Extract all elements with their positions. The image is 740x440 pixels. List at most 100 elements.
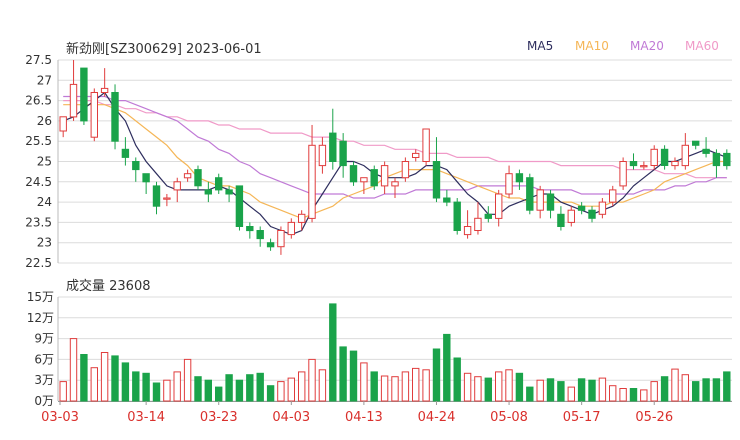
candle-up <box>598 201 607 215</box>
candle-down <box>515 173 524 183</box>
candle-up <box>298 213 306 223</box>
candle-down <box>588 209 596 219</box>
candle-up <box>650 148 658 167</box>
volume-bar-up <box>391 376 399 402</box>
volume-bar-down <box>111 355 119 402</box>
volume-bar-up <box>90 367 98 402</box>
volume-bar-down <box>515 372 524 402</box>
candle-down <box>339 140 347 167</box>
price-tick-label: 23.5 <box>25 215 52 229</box>
volume-bar-up <box>536 379 544 402</box>
volume-bar-down <box>246 374 254 402</box>
candle-down <box>629 161 638 167</box>
candle-up <box>474 217 482 232</box>
price-tick-label: 22.5 <box>25 256 52 270</box>
candle-down <box>132 161 140 171</box>
volume-bar-down <box>194 376 202 402</box>
candle-down <box>152 185 161 207</box>
volume-bar-down <box>370 371 378 402</box>
volume-bar-up <box>640 389 648 402</box>
candle-down <box>225 189 233 195</box>
volume-bar-down <box>484 377 493 402</box>
volume-bar-down <box>526 386 534 402</box>
date-label: 03-23 <box>200 410 238 425</box>
stock-chart: 27.5 27 26.5 26 25.5 25 24.5 24 23.5 23 22.5 15万 12万… <box>25 53 732 425</box>
volume-bar-down <box>349 350 358 402</box>
candle-up <box>277 230 285 248</box>
volume-bar-down <box>225 374 233 402</box>
volume-bar-up <box>463 372 472 402</box>
volume-bar-up <box>495 371 503 402</box>
volume-bar-up <box>173 371 181 402</box>
candle-up <box>59 116 67 132</box>
candle-up <box>380 165 389 187</box>
volume-bar-up <box>609 385 617 402</box>
candle-down <box>215 177 223 191</box>
volume-bar-down <box>142 372 150 402</box>
candle-down <box>194 169 202 187</box>
candle-up <box>287 221 296 236</box>
volume-bar-down <box>660 376 669 402</box>
volume-tick-label: 0万 <box>34 394 54 408</box>
volume-bar-down <box>443 333 451 402</box>
date-label: 03-03 <box>41 410 79 425</box>
candle-down <box>484 213 493 219</box>
volume-bar-up <box>318 369 327 402</box>
volume-bar-up <box>681 374 689 402</box>
candle-up <box>360 177 368 183</box>
date-label: 05-08 <box>490 410 528 425</box>
candle-up <box>100 87 109 94</box>
candle-up <box>463 226 472 236</box>
ma60-line <box>63 100 727 179</box>
volume-bar-down <box>339 346 347 402</box>
volume-bar-down <box>723 371 731 402</box>
price-tick-label: 27 <box>37 73 52 87</box>
volume-bar-up <box>277 381 285 402</box>
volume-bar-up <box>69 338 78 402</box>
candle-down <box>660 148 669 167</box>
candle-down <box>80 67 88 122</box>
price-tick-label: 25 <box>37 155 52 169</box>
volume-bar-up <box>505 369 513 402</box>
volume-bar-up <box>671 368 679 402</box>
date-label: 04-24 <box>418 410 456 425</box>
volume-tick-label: 9万 <box>34 332 54 346</box>
volume-bar-up <box>360 362 368 402</box>
candle-down <box>329 132 337 163</box>
price-tick-label: 25.5 <box>25 134 52 148</box>
candle-down <box>204 189 213 195</box>
date-label: 05-26 <box>635 410 673 425</box>
candle-down <box>121 148 130 158</box>
candle-down <box>712 152 721 167</box>
volume-bar-down <box>629 388 638 402</box>
candle-down <box>235 185 244 227</box>
candle-down <box>246 226 254 232</box>
candle-down <box>546 193 555 211</box>
volume-bar-down <box>588 379 596 402</box>
volume-bar-down <box>204 379 213 402</box>
volume-bar-up <box>567 386 575 402</box>
candle-down <box>443 197 451 203</box>
volume-tick-label: 6万 <box>34 352 54 366</box>
volume-bar-down <box>215 386 223 402</box>
candle-up <box>401 161 410 179</box>
volume-bar-up <box>163 379 171 402</box>
candle-down <box>453 201 461 232</box>
volume-bar-down <box>329 303 337 402</box>
date-label: 04-13 <box>345 410 383 425</box>
candle-up <box>609 189 617 203</box>
volume-bar-down <box>692 381 700 402</box>
date-label: 03-14 <box>127 410 165 425</box>
candle-down <box>577 205 586 211</box>
candle-up <box>619 161 627 187</box>
volume-bar-down <box>577 378 586 402</box>
candle-up <box>505 173 513 195</box>
volume-bar-down <box>546 378 555 402</box>
volume-bar-down <box>256 372 264 402</box>
volume-tick-label: 12万 <box>27 311 54 325</box>
price-tick-label: 23 <box>37 236 52 250</box>
volume-bar-up <box>619 388 627 402</box>
candle-up <box>391 181 399 187</box>
price-tick-label: 26 <box>37 114 52 128</box>
candle-up <box>640 165 648 168</box>
